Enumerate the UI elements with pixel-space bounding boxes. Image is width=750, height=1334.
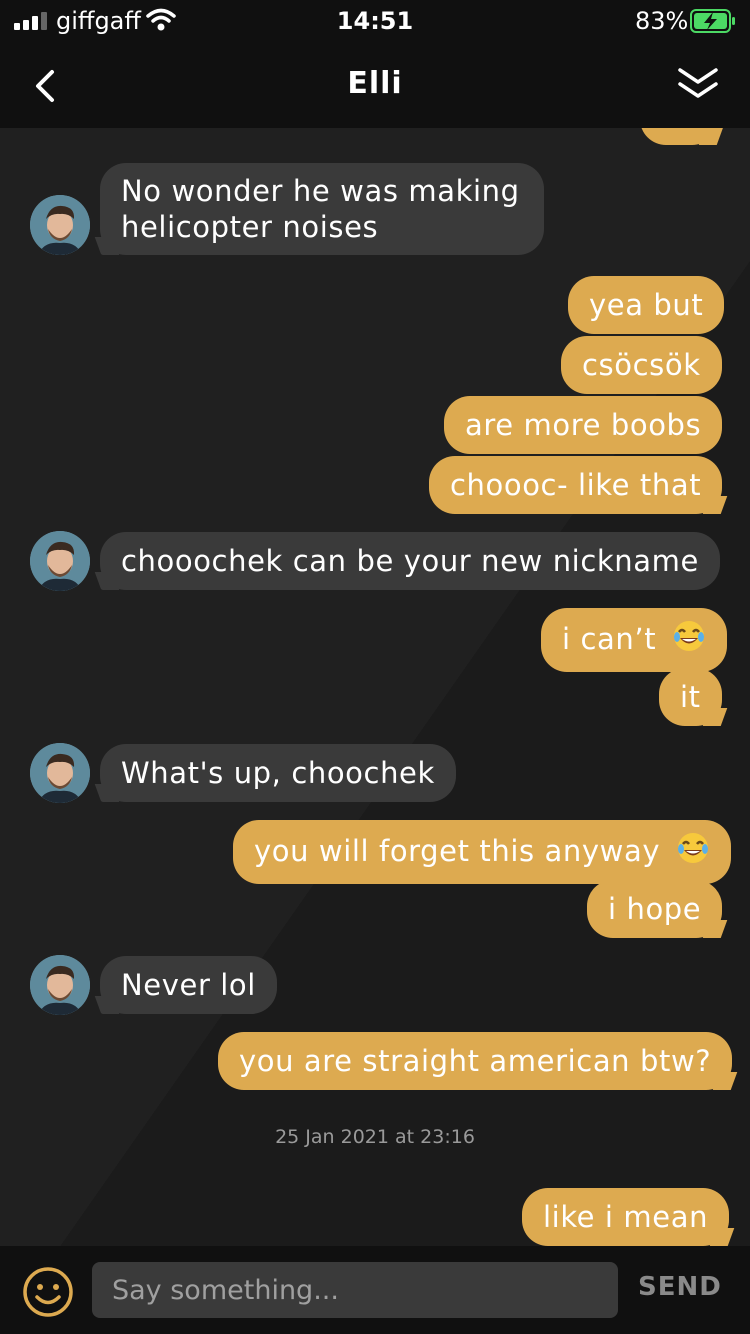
- message-text: chooochek can be your new nickname: [121, 544, 699, 578]
- message-bubble-outgoing: i can’t: [541, 608, 727, 672]
- message-text: yea but: [589, 288, 704, 322]
- message-bubble-outgoing: yea but: [568, 276, 725, 334]
- send-button[interactable]: SEND: [638, 1272, 722, 1302]
- message-timestamp: 25 Jan 2021 at 23:16: [275, 1126, 475, 1148]
- message-bubble-incoming: Never lol: [100, 956, 277, 1014]
- message-text: choooc- like that: [450, 468, 702, 502]
- message-text: you will forget this anyway: [254, 834, 661, 868]
- message-input[interactable]: [92, 1262, 618, 1318]
- avatar[interactable]: [30, 195, 90, 255]
- message-bubble-outgoing: are more boobs: [444, 396, 723, 454]
- message-composer: SEND: [0, 1246, 750, 1334]
- contact-name: Elli: [347, 66, 403, 101]
- message-text-line2: helicopter noises: [121, 210, 379, 244]
- contact-photo-icon: [30, 743, 90, 803]
- message-text: No wonder he was making: [121, 174, 520, 208]
- message-text: i can’t: [562, 622, 657, 656]
- message-text: Never lol: [121, 968, 256, 1002]
- message-bubble-outgoing: like i mean: [522, 1188, 730, 1246]
- avatar[interactable]: [30, 743, 90, 803]
- message-bubble-incoming: What's up, choochek: [100, 744, 456, 802]
- message-bubble-outgoing: csöcsök: [561, 336, 722, 394]
- emoji-picker-icon[interactable]: [22, 1266, 74, 1318]
- contact-photo-icon: [30, 195, 90, 255]
- message-bubble-outgoing: i hope: [587, 880, 723, 938]
- chat-header: Elli: [0, 44, 750, 128]
- battery-percentage: 83%: [635, 7, 689, 35]
- contact-photo-icon: [30, 955, 90, 1015]
- status-bar: giffgaff 14:51 83%: [0, 0, 750, 44]
- message-bubble-outgoing: choooc- like that: [429, 456, 723, 514]
- message-bubble-incoming: chooochek can be your new nickname: [100, 532, 720, 590]
- message-text: i hope: [608, 892, 702, 926]
- message-list[interactable]: No wonder he was making helicopter noise…: [0, 128, 750, 1246]
- chevron-double-down-icon[interactable]: [676, 64, 720, 104]
- message-text: like i mean: [543, 1200, 709, 1234]
- message-bubble-outgoing: it: [659, 668, 722, 726]
- message-bubble-incoming: No wonder he was making helicopter noise…: [100, 163, 544, 255]
- message-text: csöcsök: [582, 348, 701, 382]
- message-bubble-outgoing-partial: [640, 128, 718, 145]
- message-text: you are straight american btw?: [239, 1044, 712, 1078]
- crying-laughing-emoji-icon: [676, 831, 710, 873]
- message-text: are more boobs: [465, 408, 702, 442]
- crying-laughing-emoji-icon: [672, 619, 706, 661]
- battery-charging-icon: [690, 9, 735, 33]
- avatar[interactable]: [30, 955, 90, 1015]
- message-text: What's up, choochek: [121, 756, 435, 790]
- avatar[interactable]: [30, 531, 90, 591]
- message-text: it: [680, 680, 701, 714]
- message-bubble-outgoing: you will forget this anyway: [233, 820, 731, 884]
- contact-photo-icon: [30, 531, 90, 591]
- message-bubble-outgoing: you are straight american btw?: [218, 1032, 733, 1090]
